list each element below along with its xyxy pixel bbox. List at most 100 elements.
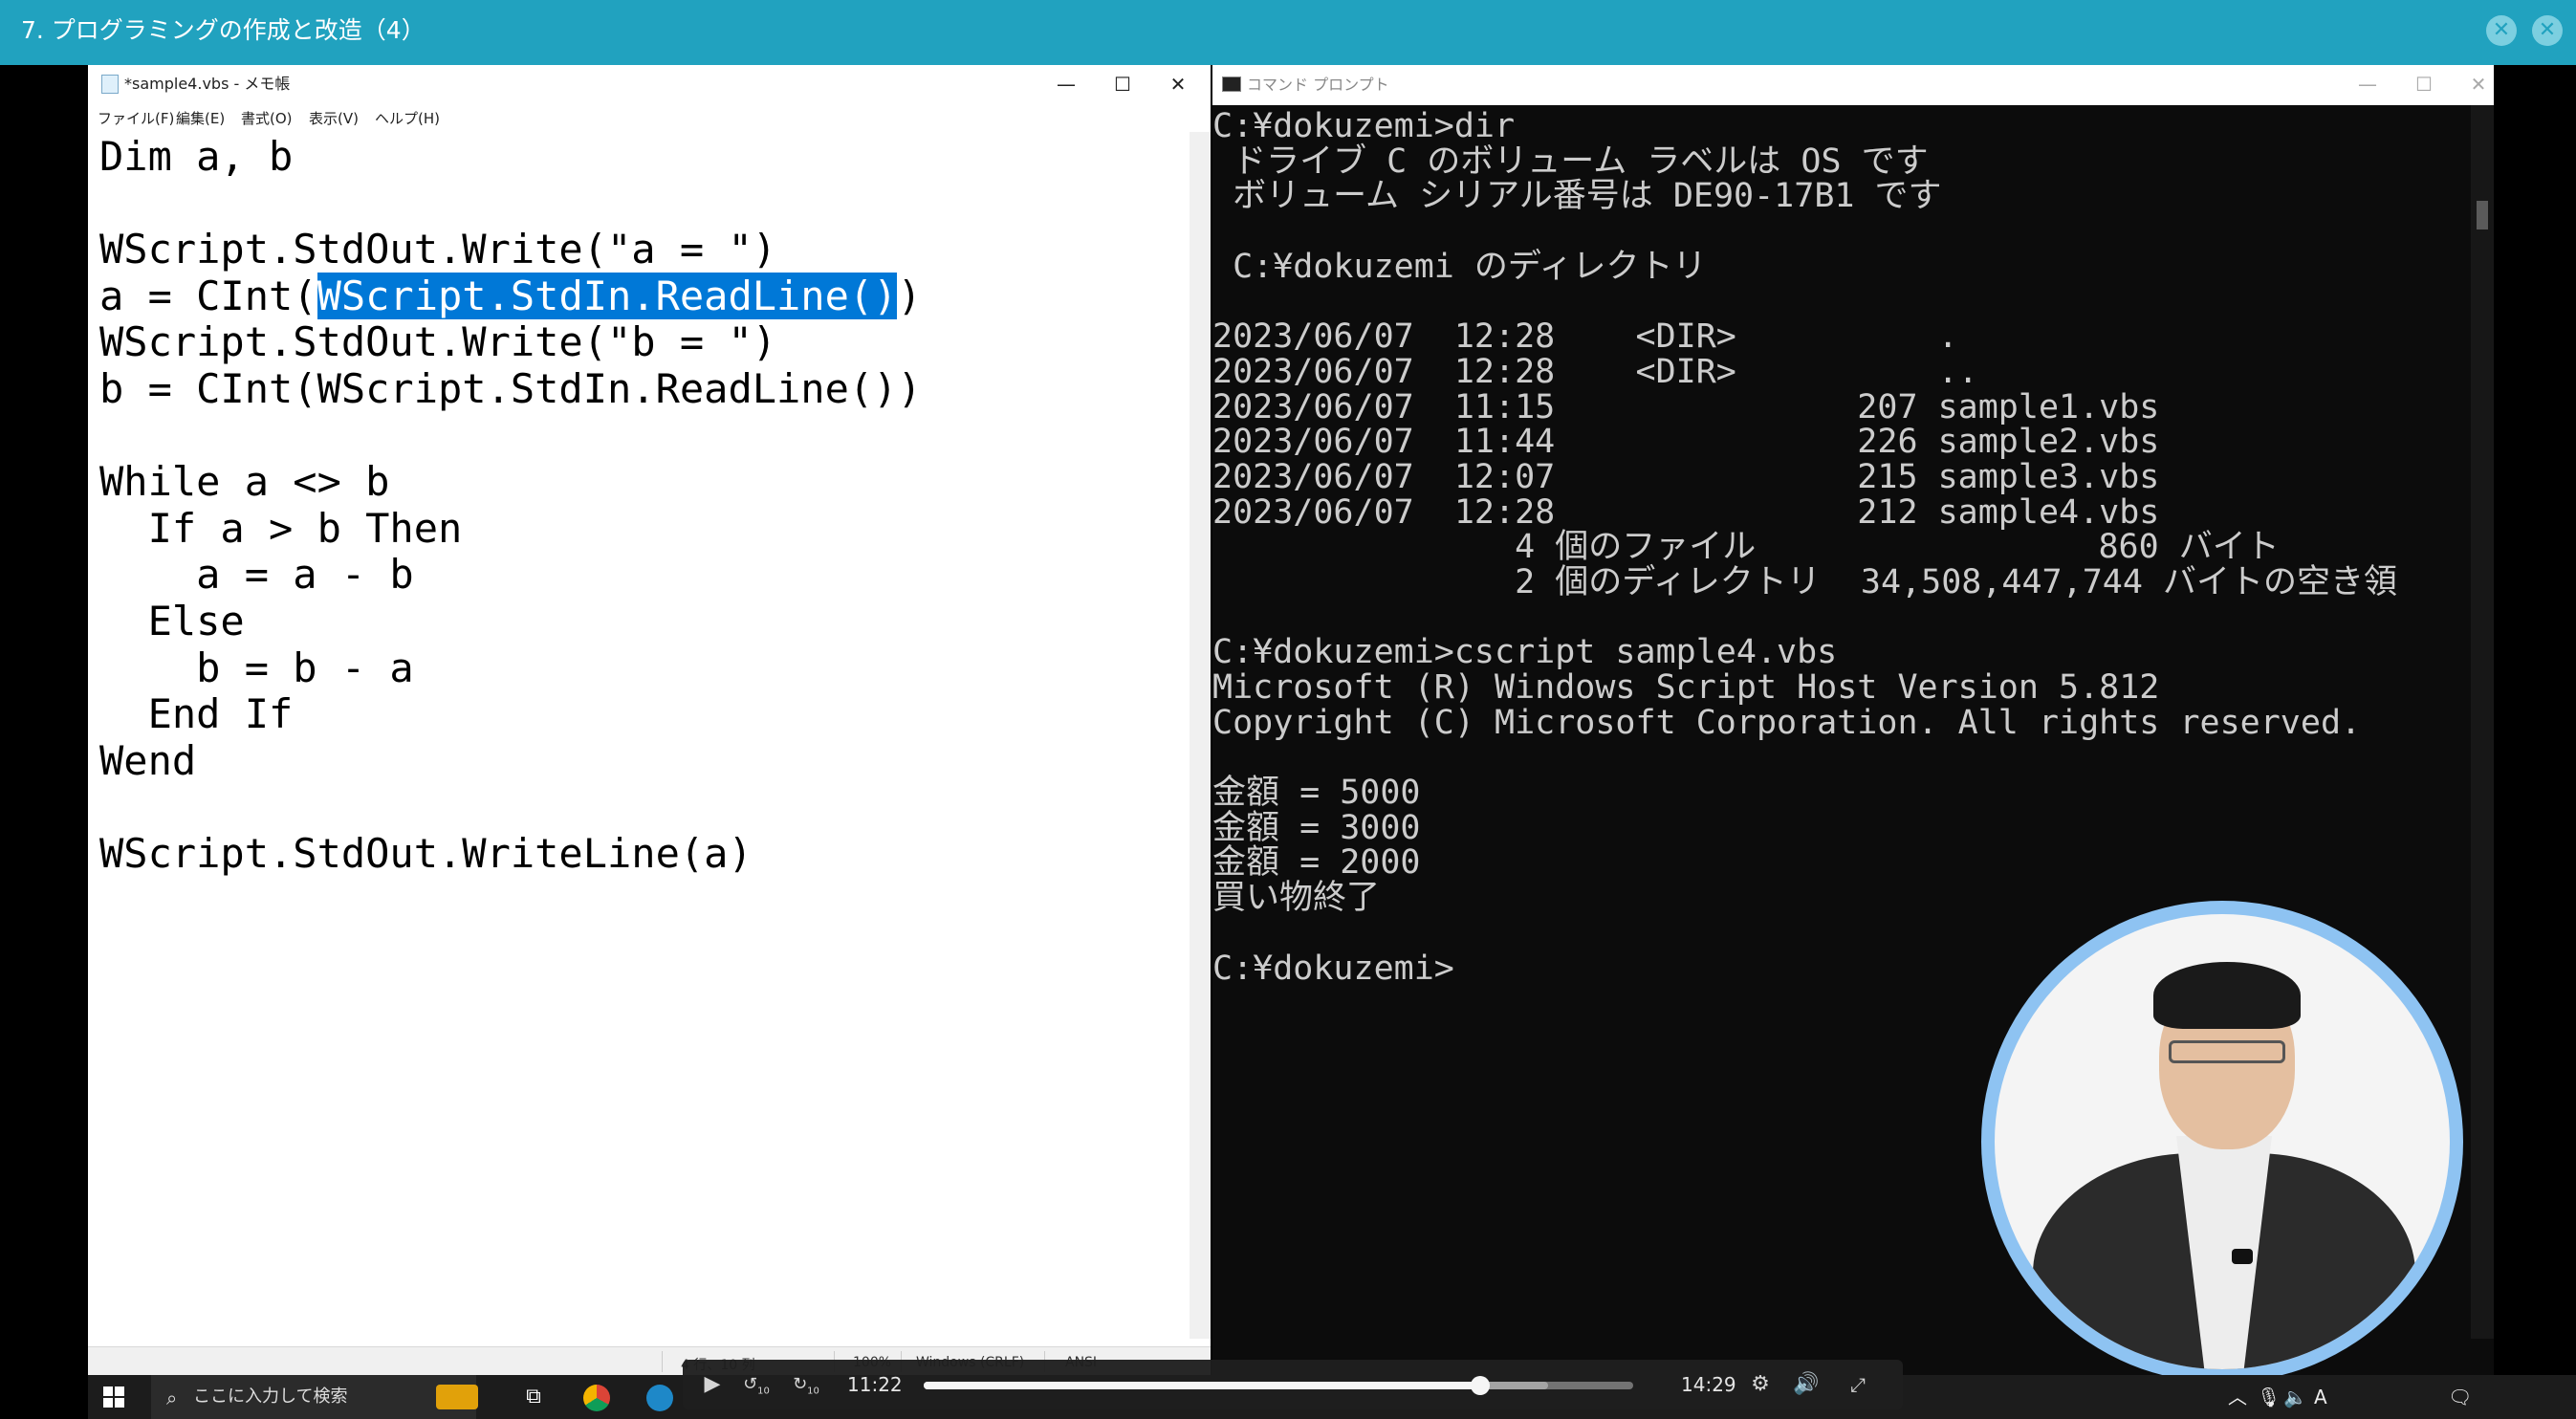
code-line: Else	[99, 597, 245, 644]
cmd-line: ボリューム シリアル番号は DE90-17B1 です	[1212, 177, 1942, 216]
cmd-line: 金額 = 5000	[1212, 774, 1421, 813]
notepad-title: *sample4.vbs - メモ帳	[124, 75, 291, 93]
minimize-icon[interactable]: —	[2348, 69, 2387, 99]
code-line: WScript.StdOut.WriteLine(a)	[99, 829, 753, 877]
code-line: Dim a, b	[99, 133, 294, 180]
cmd-line	[1212, 214, 2471, 250]
notepad-window: *sample4.vbs - メモ帳 — ☐ ✕ ファイル(F) 編集(E) 書…	[88, 65, 1211, 1375]
tray-chevron-icon[interactable]: ︿	[2228, 1385, 2247, 1409]
duration: 14:29	[1681, 1373, 1736, 1396]
cmd-line: 2023/06/07 11:44 226 sample2.vbs	[1212, 423, 2160, 462]
forward-seconds: 10	[807, 1386, 819, 1397]
cmd-line: 2023/06/07 12:28 212 sample4.vbs	[1212, 492, 2160, 532]
code-line-selected: a = CInt(WScript.StdIn.ReadLine())	[99, 272, 1190, 320]
notepad-app-icon	[101, 75, 119, 94]
code-line: While a <> b	[99, 458, 390, 506]
taskbar-search[interactable]: ⌕ ここに入力して検索	[151, 1375, 476, 1419]
rewind-seconds: 10	[757, 1386, 770, 1397]
cmd-line: 2023/06/07 12:28 <DIR> ..	[1212, 352, 1978, 391]
rewind-10-icon[interactable]: ↺10	[740, 1369, 773, 1400]
maximize-icon[interactable]: ☐	[1103, 69, 1142, 99]
cmd-line: ドライブ C のボリューム ラベルは OS です	[1212, 142, 1929, 181]
edge-icon[interactable]	[646, 1385, 673, 1411]
volume-icon[interactable]: 🔈	[2283, 1385, 2307, 1409]
seek-handle[interactable]	[1471, 1376, 1491, 1395]
presenter-hair	[2153, 962, 2301, 1029]
search-icon: ⌕	[166, 1386, 178, 1409]
cmd-line	[1212, 600, 2471, 636]
code-line: b = CInt(WScript.StdIn.ReadLine())	[99, 364, 922, 412]
play-icon[interactable]: ▶	[696, 1369, 729, 1400]
course-close-icon[interactable]: ✕	[2532, 15, 2563, 46]
cmd-line: Microsoft (R) Windows Script Host Versio…	[1212, 668, 2160, 707]
cmd-line: 金額 = 3000	[1212, 808, 1421, 847]
cmd-scroll-thumb[interactable]	[2477, 201, 2488, 229]
task-view-icon[interactable]: ⧉	[518, 1383, 549, 1411]
code-line: WScript.StdOut.Write("b = ")	[99, 318, 777, 366]
course-title-bar: 7. プログラミングの作成と改造（4） ✕ ✕	[0, 0, 2576, 65]
cmd-line: C:¥dokuzemi のディレクトリ	[1212, 247, 1707, 286]
notifications-icon[interactable]: 🗨	[2448, 1385, 2472, 1409]
maximize-icon[interactable]: ☐	[2405, 69, 2443, 99]
fullscreen-icon[interactable]: ⤢	[1842, 1369, 1874, 1400]
cmd-line: 金額 = 2000	[1212, 843, 1421, 883]
cmd-scrollbar[interactable]	[2471, 105, 2494, 1339]
presenter-webcam	[1981, 901, 2463, 1383]
close-icon[interactable]: ✕	[2459, 69, 2494, 99]
close-icon[interactable]: ✕	[1159, 69, 1197, 99]
cmd-line: 2023/06/07 12:28 <DIR> .	[1212, 317, 1958, 357]
code-line: b = b - a	[99, 644, 414, 691]
notepad-menubar: ファイル(F) 編集(E) 書式(O) 表示(V) ヘルプ(H)	[88, 103, 1211, 132]
menu-file[interactable]: ファイル(F)	[98, 110, 174, 127]
code-after-selection: )	[897, 272, 922, 319]
current-time: 11:22	[847, 1373, 903, 1396]
code-line: WScript.StdOut.Write("a = ")	[99, 226, 777, 273]
video-player-controls: ▶ ↺10 ↻10 11:22 14:29 ⚙ 🔊 ⤢	[683, 1360, 1903, 1409]
cmd-line: C:¥dokuzemi>cscript sample4.vbs	[1212, 633, 1838, 672]
volume-icon[interactable]: 🔊	[1790, 1369, 1823, 1400]
menu-format[interactable]: 書式(O)	[241, 110, 293, 127]
menu-edit[interactable]: 編集(E)	[176, 110, 225, 127]
notepad-scrollbar[interactable]	[1190, 132, 1211, 1339]
code-line: End If	[99, 690, 294, 738]
course-title: 7. プログラミングの作成と改造（4）	[21, 16, 426, 44]
chrome-icon[interactable]	[583, 1385, 610, 1411]
ime-indicator[interactable]: A	[2314, 1385, 2327, 1409]
course-collapse-icon[interactable]: ✕	[2486, 15, 2517, 46]
menu-help[interactable]: ヘルプ(H)	[375, 110, 440, 127]
code-line: Wend	[99, 736, 197, 784]
cmd-app-icon	[1222, 76, 1241, 92]
notepad-editor[interactable]: Dim a, b WScript.StdOut.Write("a = ") a …	[88, 132, 1190, 1339]
windows-start-icon[interactable]	[103, 1386, 124, 1408]
presenter-glasses	[2169, 1040, 2285, 1063]
code-before-selection: a = CInt(	[99, 272, 317, 319]
settings-gear-icon[interactable]: ⚙	[1744, 1369, 1777, 1400]
cmd-line: Copyright (C) Microsoft Corporation. All…	[1212, 703, 2362, 742]
taskbar-search-placeholder: ここに入力して検索	[193, 1386, 348, 1407]
cmd-line	[1212, 284, 2471, 319]
cmd-line: C:¥dokuzemi>dir	[1212, 107, 1516, 145]
cmd-line: 4 個のファイル 860 バイト	[1212, 528, 2280, 567]
code-line: a = a - b	[99, 551, 414, 599]
cmd-line	[1212, 740, 2471, 775]
presenter-video	[1995, 914, 2450, 1369]
code-selection: WScript.StdIn.ReadLine()	[317, 272, 898, 319]
minimize-icon[interactable]: —	[1047, 69, 1085, 99]
cmd-line: 2023/06/07 11:15 207 sample1.vbs	[1212, 387, 2160, 426]
notepad-titlebar: *sample4.vbs - メモ帳 — ☐ ✕	[88, 65, 1211, 103]
cmd-line: 2 個のディレクトリ 34,508,447,744 バイトの空き領	[1212, 562, 2397, 601]
microphone-icon[interactable]: 🎙	[2257, 1385, 2281, 1409]
menu-view[interactable]: 表示(V)	[309, 110, 359, 127]
code-line: If a > b Then	[99, 504, 463, 552]
cmd-title: コマンド プロンプト	[1247, 76, 1389, 94]
cmd-titlebar: コマンド プロンプト — ☐ ✕	[1212, 65, 2494, 105]
seek-bar[interactable]	[924, 1376, 1633, 1395]
seek-progress	[924, 1382, 1481, 1389]
presenter-mic-icon	[2232, 1249, 2253, 1264]
cmd-line: 2023/06/07 12:07 215 sample3.vbs	[1212, 457, 2160, 496]
forward-10-icon[interactable]: ↻10	[790, 1369, 822, 1400]
briefcase-icon[interactable]	[436, 1385, 478, 1409]
